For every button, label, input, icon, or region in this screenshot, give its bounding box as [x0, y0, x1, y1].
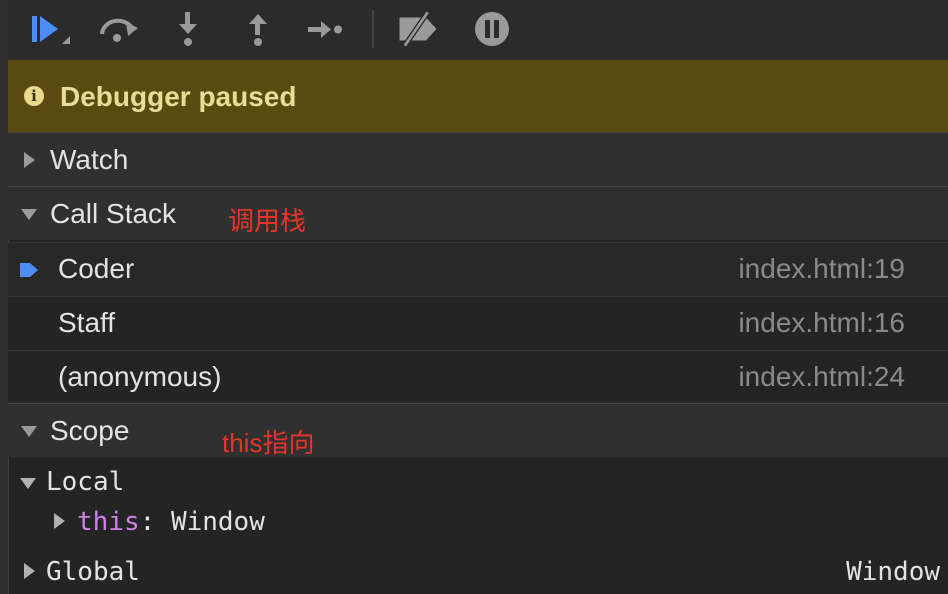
- frame-name: Coder: [58, 253, 135, 284]
- expand-arrow-icon: [24, 152, 35, 168]
- annotation-call-stack: 调用栈: [228, 206, 307, 236]
- property-entry: this: Window: [77, 507, 265, 537]
- frame-location-link[interactable]: index.html:16: [738, 307, 905, 339]
- call-frame-row[interactable]: Staff index.html:16: [8, 296, 948, 350]
- toolbar-separator: [372, 10, 374, 48]
- frame-location-link[interactable]: index.html:19: [738, 253, 905, 285]
- annotation-scope: this指向: [222, 428, 315, 458]
- paused-message: Debugger paused: [60, 81, 297, 112]
- step-out-button[interactable]: [236, 8, 280, 50]
- info-icon: i: [24, 86, 44, 106]
- pause-icon: [475, 12, 509, 46]
- frame-name: Staff: [58, 307, 116, 338]
- expand-arrow-icon: [54, 513, 65, 529]
- step-over-icon: [100, 18, 138, 42]
- resume-icon: [32, 16, 70, 44]
- deactivate-breakpoints-button[interactable]: [396, 8, 440, 50]
- collapse-arrow-icon: [20, 478, 36, 489]
- resume-button[interactable]: [28, 8, 72, 50]
- property-value: Window: [170, 507, 265, 537]
- pause-on-exceptions-button[interactable]: [470, 8, 514, 50]
- call-frame-row[interactable]: (anonymous) index.html:24: [8, 350, 948, 404]
- breakpoints-off-icon: [399, 10, 437, 48]
- frame-name: (anonymous): [58, 361, 222, 392]
- section-watch[interactable]: Watch: [8, 132, 948, 186]
- section-scope[interactable]: Scope this指向: [8, 403, 948, 458]
- collapse-arrow-icon: [21, 426, 37, 437]
- call-frame-row[interactable]: Coder index.html:19: [8, 242, 948, 296]
- section-title-call-stack: Call Stack: [50, 198, 177, 229]
- frame-location-link[interactable]: index.html:24: [738, 361, 905, 393]
- debugger-paused-banner: i Debugger paused: [8, 60, 948, 133]
- scope-global-value: Window: [846, 557, 940, 587]
- collapse-arrow-icon: [21, 209, 37, 220]
- property-key: this: [77, 507, 140, 537]
- current-frame-arrow-icon: [20, 263, 38, 277]
- scope-global-label: Global: [46, 557, 140, 587]
- step-into-button[interactable]: [166, 8, 210, 50]
- section-title-watch: Watch: [50, 144, 129, 175]
- step-button[interactable]: [304, 8, 348, 50]
- step-into-icon: [179, 12, 197, 46]
- section-call-stack[interactable]: Call Stack 调用栈: [8, 186, 948, 240]
- step-icon: [308, 21, 342, 38]
- step-out-icon: [249, 14, 267, 46]
- step-over-button[interactable]: [96, 8, 140, 50]
- section-title-scope: Scope: [50, 415, 130, 446]
- property-separator: :: [139, 507, 156, 537]
- debugger-toolbar: [8, 0, 948, 60]
- expand-arrow-icon: [24, 563, 35, 579]
- scope-local-label: Local: [46, 467, 125, 497]
